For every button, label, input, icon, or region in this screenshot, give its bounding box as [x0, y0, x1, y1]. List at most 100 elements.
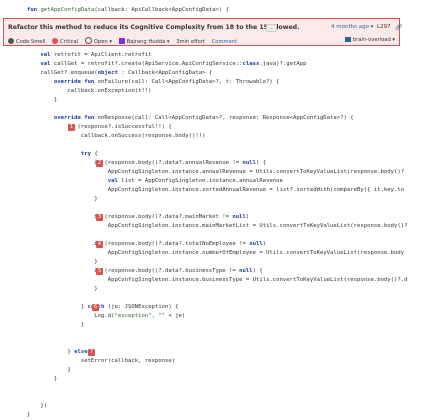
issue-meta: Code Smell Critical Open ▾ Bajrang Hudda… — [8, 37, 242, 45]
issue-severity[interactable]: Critical — [52, 38, 78, 45]
code-token: try — [80, 151, 95, 157]
code-token: .java)?.getApp — [259, 61, 307, 67]
code-line: } — [0, 195, 441, 204]
code-token: AppConfigSingleton.instance.annualRevenu… — [107, 169, 405, 175]
code-token: null — [242, 160, 256, 166]
code-token: } — [53, 376, 58, 382]
issue-location-marker[interactable]: 7 — [88, 349, 95, 356]
code-line: val list = AppConfigSingleton.instance.a… — [0, 177, 441, 186]
code-token: ) { — [255, 160, 267, 166]
code-line: } — [0, 96, 441, 105]
code-line: if (response.body()?.data?.annualRevenue… — [0, 159, 441, 168]
code-token: (response.body()?.data?.mainMarket != — [104, 214, 233, 220]
issue-location-marker[interactable]: 4 — [96, 241, 103, 248]
issue-status[interactable]: Open ▾ — [84, 37, 112, 45]
code-token: val — [40, 52, 54, 58]
more-button[interactable]: ... — [266, 24, 277, 32]
code-token: AppConfigSingleton.instance.numberOfEmpl… — [107, 250, 405, 256]
code-token: callGet?.enqueue( — [40, 70, 98, 76]
code-line: AppConfigSingleton.instance.annualRevenu… — [0, 168, 441, 177]
code-line: if (response?.isSuccessful!!) { — [0, 123, 441, 132]
code-line: } — [0, 366, 441, 375]
code-token: ) — [262, 241, 267, 247]
link-icon[interactable]: 🔗︎ — [395, 24, 403, 31]
avatar — [118, 38, 125, 44]
code-token: onFailure(call: Call<AppConfigData>?, t:… — [97, 79, 280, 85]
code-token: val — [107, 178, 122, 184]
code-line: AppConfigSingleton.instance.mainMarketLi… — [0, 222, 441, 231]
issue-location-marker[interactable]: 2 — [96, 160, 103, 167]
code-line: Log.d("exception", "" + je) — [0, 312, 441, 321]
open-status-icon — [84, 37, 92, 44]
issue-type[interactable]: Code Smell — [8, 38, 45, 45]
issue-tags[interactable]: brain-overload ▾ — [344, 37, 395, 43]
code-token: "exception" — [114, 313, 152, 319]
code-line: if (response.body()?.data?.businessType … — [0, 267, 441, 276]
issue-location-marker[interactable]: 3 — [96, 214, 103, 221]
code-token: } — [67, 367, 71, 373]
code-token: } — [80, 322, 85, 328]
code-token: ) { — [252, 268, 263, 274]
code-token: callback.onSuccess(response.body()!!) — [80, 133, 206, 139]
issue-box[interactable]: Refactor this method to reduce its Cogni… — [3, 18, 403, 46]
code-token: null — [239, 268, 253, 274]
code-token: } — [94, 196, 98, 202]
code-token: ) — [245, 214, 250, 220]
code-line: fun getAppConfigData(callback: ApiCallba… — [0, 6, 441, 15]
code-token: Log.d( — [94, 313, 115, 319]
code-line: setError(callback, response) — [0, 357, 441, 366]
code-token: } — [53, 97, 58, 103]
code-token: val — [40, 61, 54, 67]
issue-message[interactable]: Refactor this method to reduce its Cogni… — [8, 24, 299, 31]
issue-location-marker[interactable]: 5 — [96, 268, 103, 275]
code-line: } — [0, 285, 441, 294]
code-viewer: fun getAppConfigData(callback: ApiCallba… — [0, 0, 441, 418]
code-token: + je) — [165, 313, 186, 319]
code-token: (callback: ApiCallback<AppConfigData>) { — [94, 7, 230, 13]
issue-line: L297 — [377, 24, 391, 30]
code-line: if (response.body()?.data?.totalNoEmploy… — [0, 240, 441, 249]
code-token: callback.onException(t!!) — [67, 88, 152, 94]
issue-location-marker[interactable]: 6 — [92, 304, 99, 311]
issue-assignee[interactable]: Bajrang Hudda ▾ — [118, 38, 170, 45]
code-token: } — [26, 412, 31, 418]
comment-link[interactable]: Comment — [212, 39, 237, 45]
issue-age[interactable]: 4 months ago ▾ — [331, 24, 373, 30]
issue-location-marker[interactable]: 1 — [68, 124, 75, 131]
issue-effort: 3min effort — [176, 39, 206, 45]
code-token: class — [242, 61, 260, 67]
code-token: } — [94, 259, 98, 265]
critical-icon — [52, 38, 59, 44]
code-line: } — [0, 258, 441, 267]
code-line: AppConfigSingleton.instance.numberOfEmpl… — [0, 249, 441, 258]
code-line: val callGet = retrofit?.create(ApiServic… — [0, 60, 441, 69]
